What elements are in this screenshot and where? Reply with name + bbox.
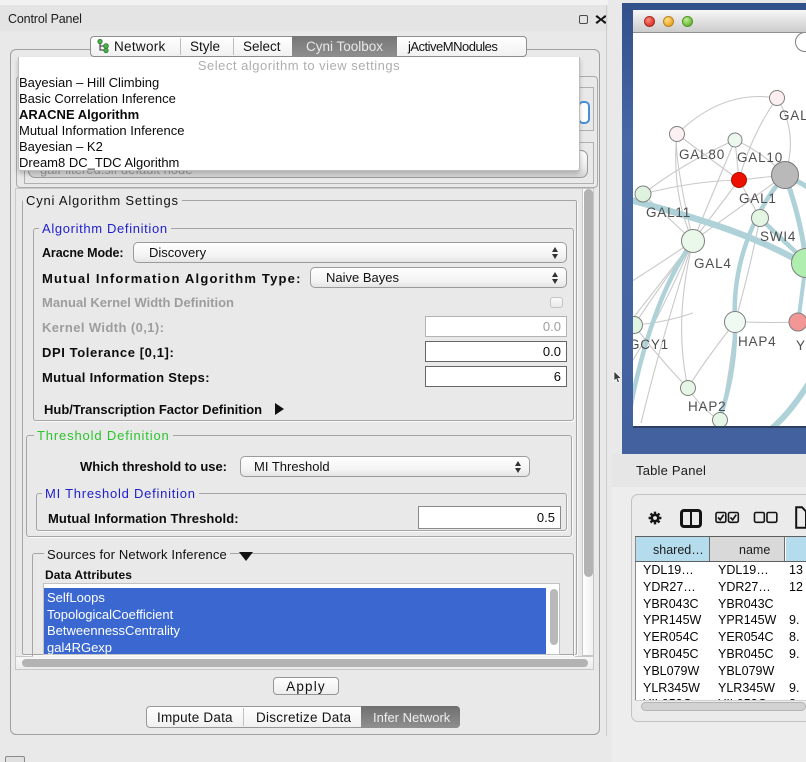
svg-text:GAL4: GAL4 [694, 256, 732, 271]
svg-text:GAL1: GAL1 [739, 191, 777, 206]
svg-text:GAL10: GAL10 [737, 150, 783, 165]
svg-text:GAL2: GAL2 [779, 108, 806, 123]
svg-text:HAP2: HAP2 [688, 399, 726, 414]
svg-text:GAL11: GAL11 [646, 205, 691, 220]
svg-text:SWI4: SWI4 [760, 229, 796, 244]
svg-text:HAP4: HAP4 [738, 334, 776, 349]
svg-text:GCY1: GCY1 [633, 337, 669, 352]
svg-text:GAL80: GAL80 [679, 147, 725, 162]
svg-text:Y: Y [796, 338, 806, 353]
